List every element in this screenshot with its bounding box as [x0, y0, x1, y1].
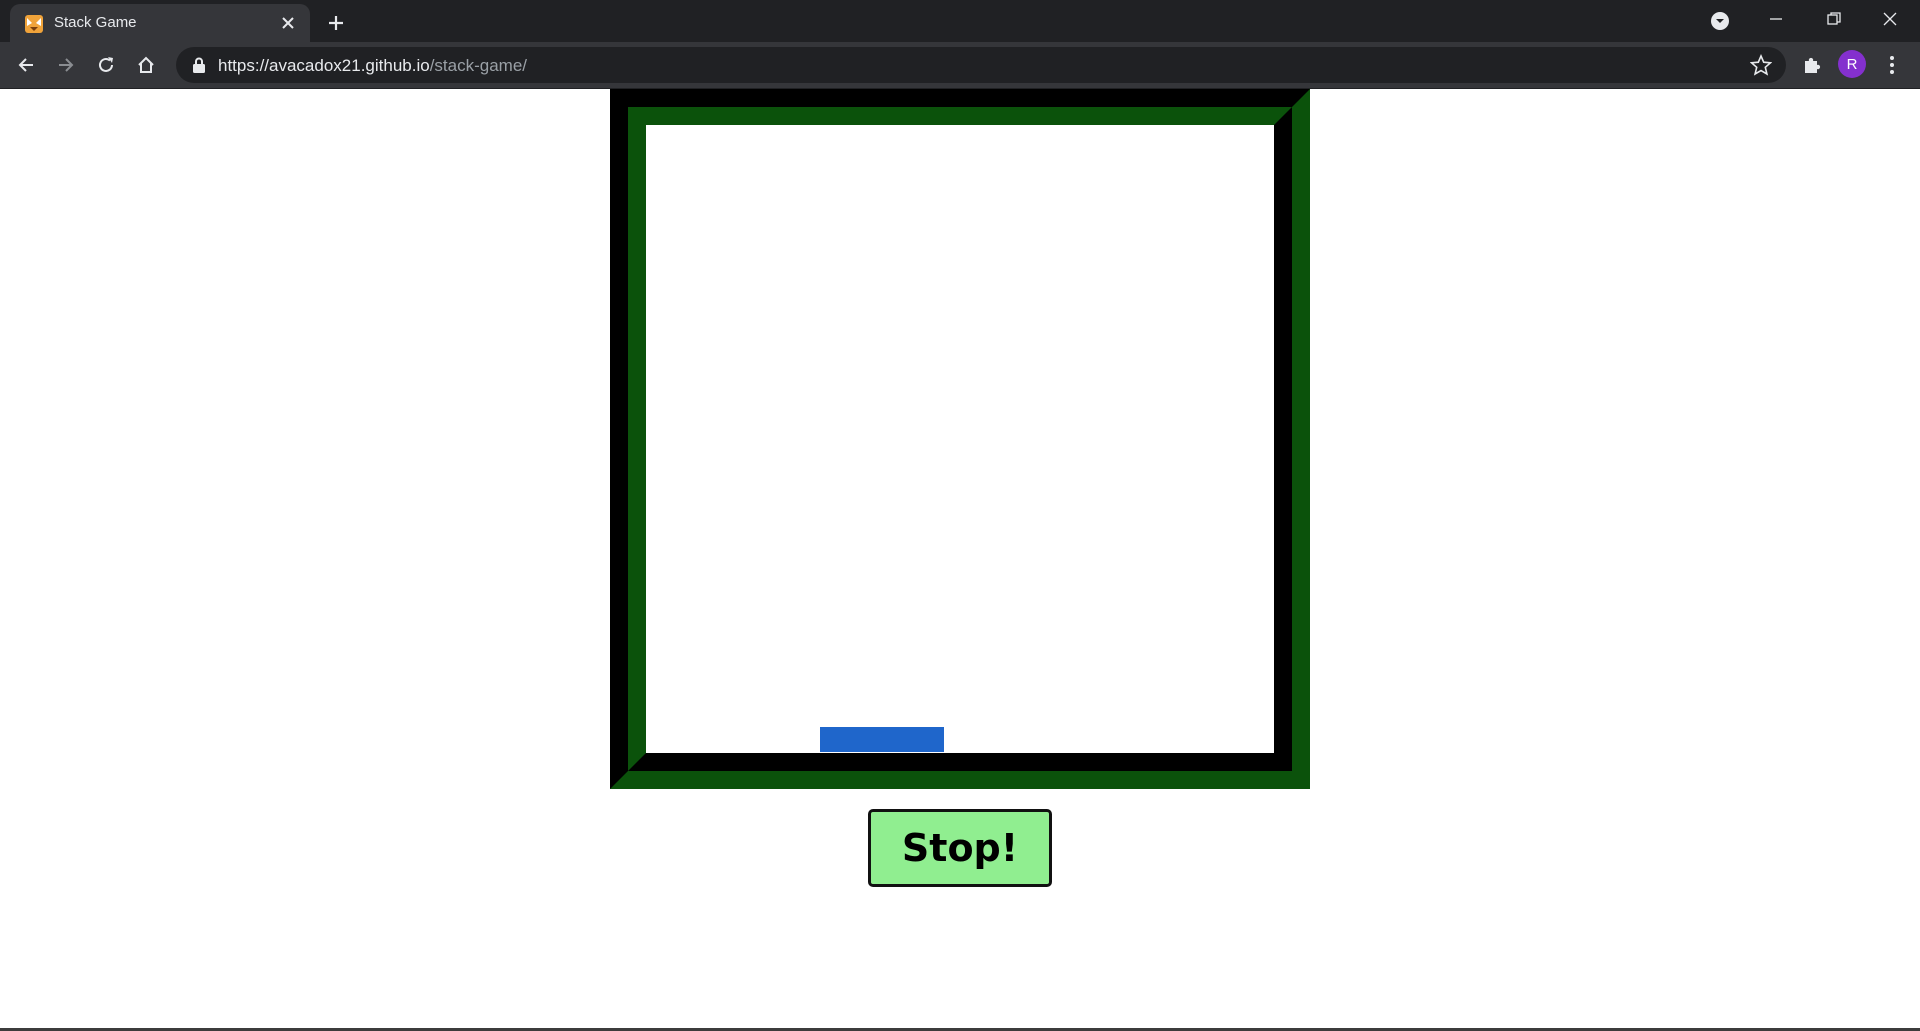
- minimize-button[interactable]: [1748, 0, 1804, 38]
- browser-toolbar: https://avacadox21.github.io/stack-game/…: [0, 42, 1920, 89]
- arrow-left-icon[interactable]: [10, 49, 42, 81]
- restore-button[interactable]: [1806, 0, 1862, 38]
- puzzle-icon[interactable]: [1796, 49, 1828, 81]
- address-bar[interactable]: https://avacadox21.github.io/stack-game/: [176, 47, 1786, 83]
- avatar-initial: R: [1846, 55, 1858, 73]
- stack-block: [820, 727, 944, 752]
- stop-button[interactable]: Stop!: [868, 809, 1052, 887]
- game-board-frame: [610, 89, 1310, 789]
- star-icon[interactable]: [1750, 54, 1772, 76]
- reload-icon[interactable]: [90, 49, 122, 81]
- lock-icon: [193, 57, 205, 73]
- fox-favicon-icon: [25, 15, 43, 33]
- game-board[interactable]: [628, 107, 1292, 771]
- tab-title: Stack Game: [54, 14, 137, 31]
- avatar[interactable]: R: [1838, 50, 1866, 78]
- url-host: https://avacadox21.github.io: [218, 56, 430, 75]
- url-text: https://avacadox21.github.io/stack-game/: [218, 56, 527, 76]
- browser-tab-active[interactable]: Stack Game: [10, 4, 310, 42]
- arrow-right-icon[interactable]: [50, 49, 82, 81]
- browser-title-bar: Stack Game: [0, 0, 1920, 42]
- kebab-menu-icon[interactable]: [1876, 49, 1908, 81]
- tab-search-icon[interactable]: [1710, 11, 1730, 31]
- home-icon[interactable]: [130, 49, 162, 81]
- url-path: /stack-game/: [429, 56, 528, 75]
- page-content: Stop!: [0, 89, 1920, 1031]
- plus-icon[interactable]: [322, 9, 350, 37]
- window-close-button[interactable]: [1862, 0, 1918, 38]
- close-icon[interactable]: [278, 13, 298, 33]
